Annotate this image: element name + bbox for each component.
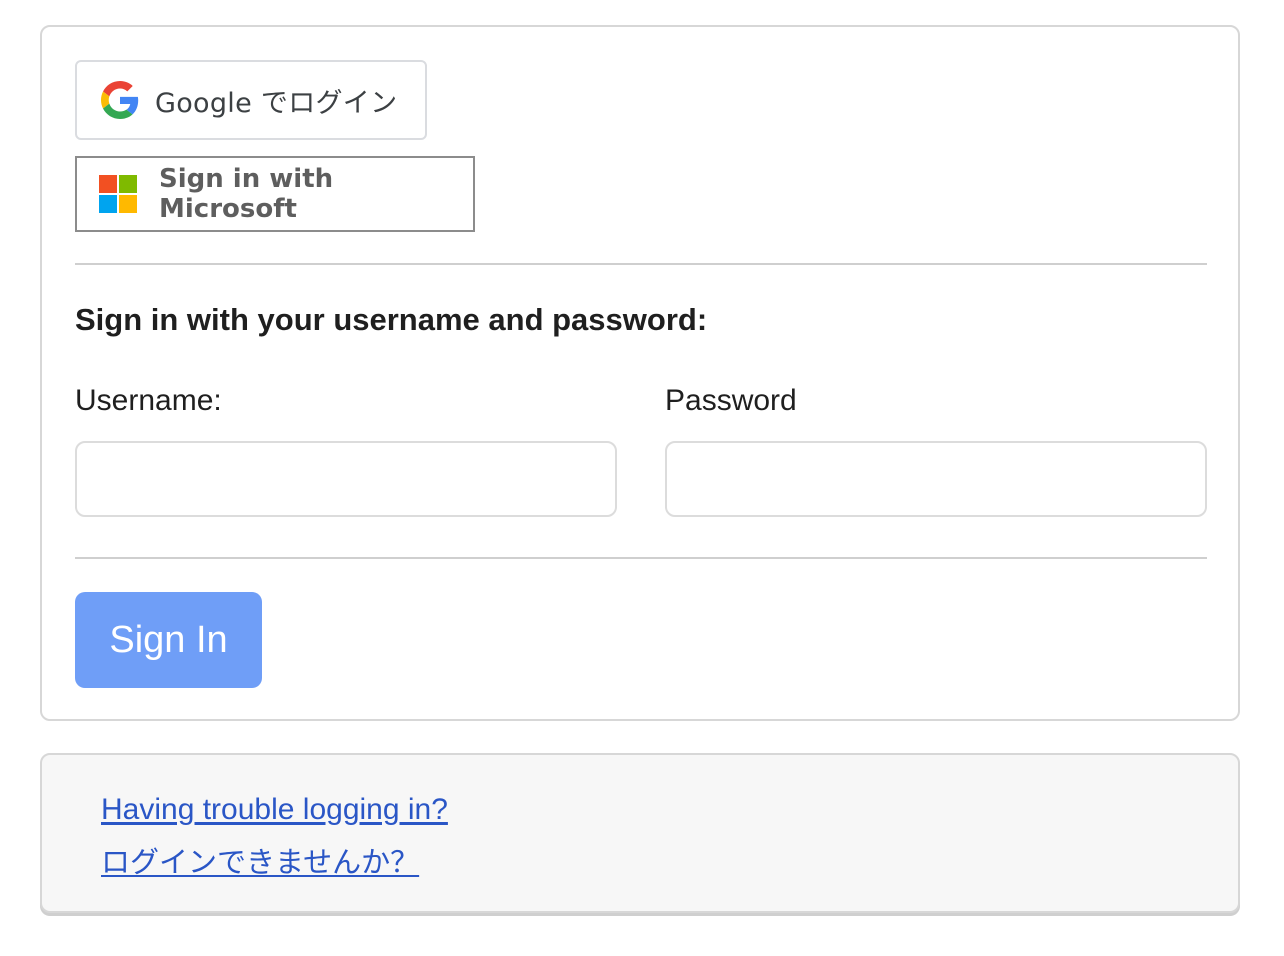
microsoft-login-label: Sign in with Microsoft <box>159 164 334 224</box>
microsoft-logo-icon <box>99 175 137 213</box>
google-login-button[interactable]: Google でログイン <box>75 60 427 140</box>
microsoft-login-button[interactable]: Sign in with Microsoft <box>75 156 475 232</box>
sign-in-button[interactable]: Sign In <box>75 592 262 688</box>
trouble-logging-in-link-ja[interactable]: ログインできませんか？ <box>101 839 419 881</box>
trouble-logging-in-link[interactable]: Having trouble logging in? <box>101 793 448 827</box>
password-input[interactable] <box>665 441 1207 517</box>
divider <box>75 557 1207 559</box>
help-panel: Having trouble logging in? ログインできませんか？ <box>40 753 1240 913</box>
form-heading: Sign in with your username and password: <box>75 302 708 337</box>
google-login-label: Google でログイン <box>155 87 398 119</box>
login-card: Google でログイン Sign in with Microsoft Sign… <box>40 25 1240 721</box>
username-input[interactable] <box>75 441 617 517</box>
username-label: Username: <box>75 384 222 417</box>
google-logo-icon <box>101 81 139 119</box>
divider <box>75 263 1207 265</box>
password-label: Password <box>665 384 797 417</box>
